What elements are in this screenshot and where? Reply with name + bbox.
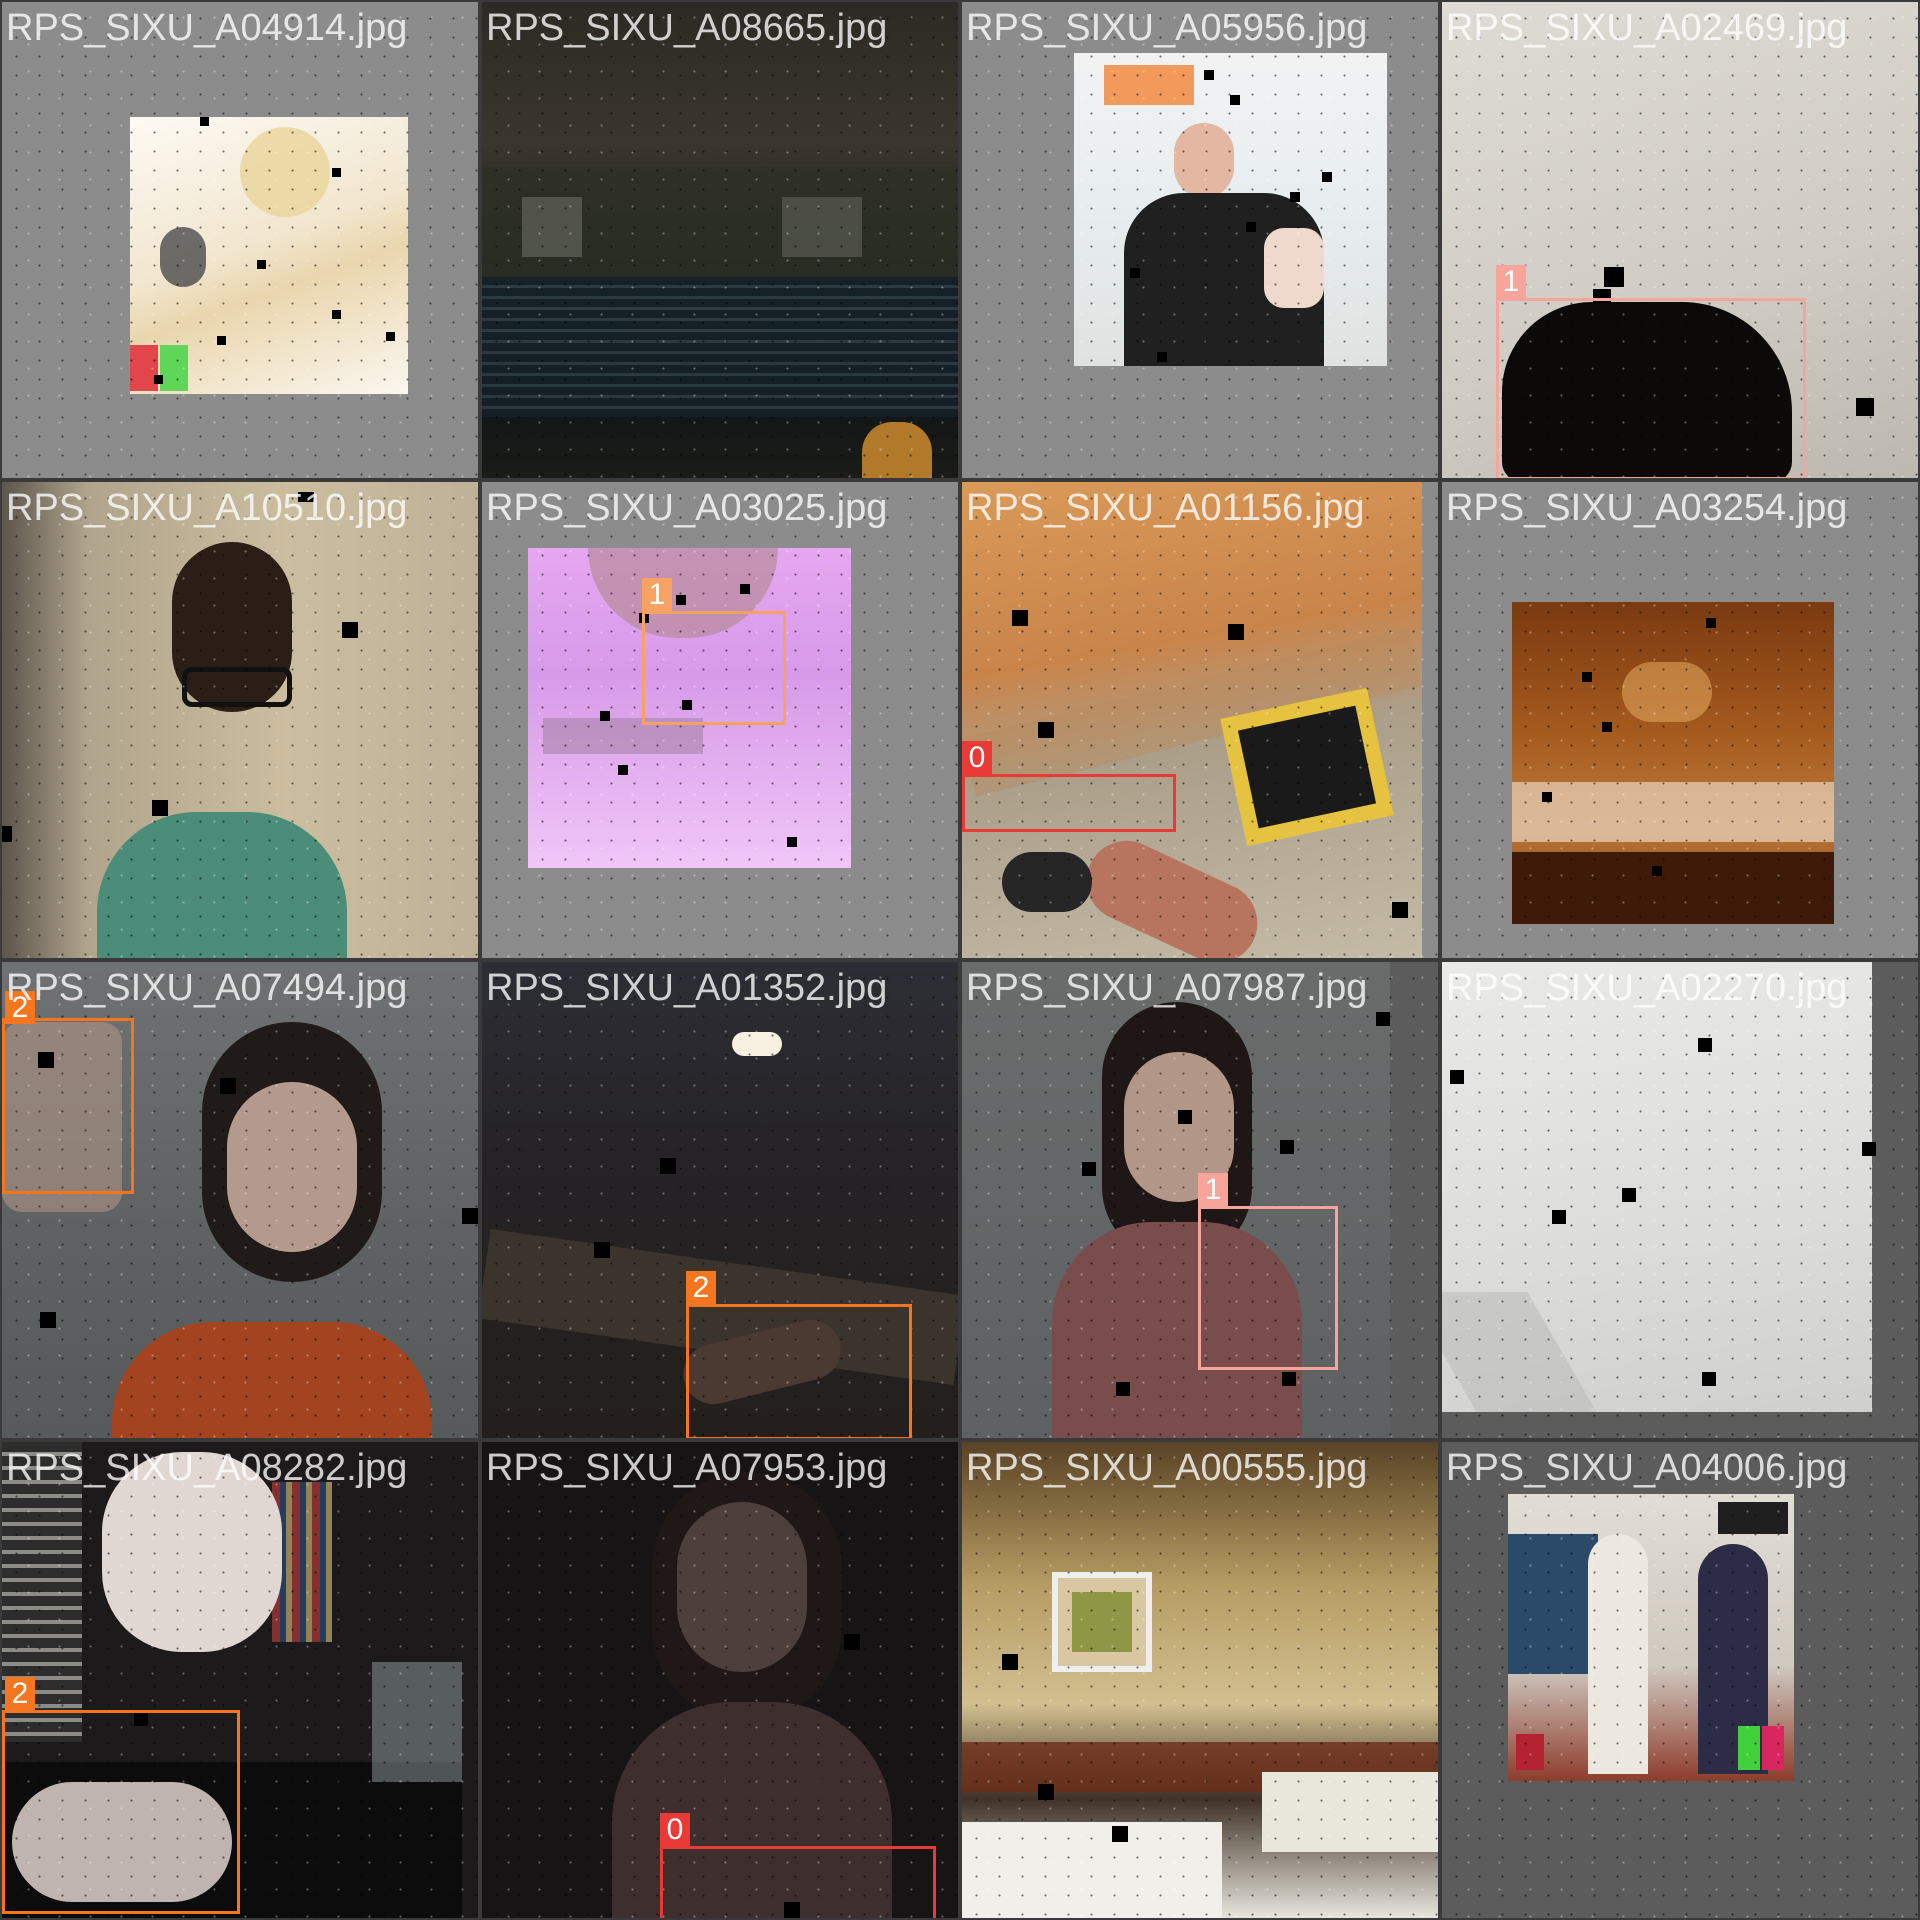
detection-label: 2 — [5, 1677, 35, 1710]
mosaic-tile[interactable]: 1 RPS_SIXU_A02469.jpg — [1440, 0, 1920, 480]
mosaic-tile[interactable]: 0 RPS_SIXU_A07953.jpg — [480, 1440, 960, 1920]
tile-filename: RPS_SIXU_A04914.jpg — [6, 7, 408, 49]
tile-filename: RPS_SIXU_A08282.jpg — [6, 1447, 408, 1489]
detection-box: 1 — [642, 578, 786, 725]
mosaic-tile[interactable]: RPS_SIXU_A04914.jpg — [0, 0, 480, 480]
detection-label: 1 — [1198, 1173, 1228, 1206]
mosaic-tile[interactable]: RPS_SIXU_A00555.jpg — [960, 1440, 1440, 1920]
tile-filename: RPS_SIXU_A03025.jpg — [486, 487, 888, 529]
tile-photo — [1512, 602, 1834, 924]
tile-filename: RPS_SIXU_A10510.jpg — [6, 487, 408, 529]
mosaic-tile[interactable]: 1 RPS_SIXU_A03025.jpg — [480, 480, 960, 960]
tile-photo — [2, 482, 478, 958]
mosaic-tile[interactable]: RPS_SIXU_A05956.jpg — [960, 0, 1440, 480]
tile-photo — [1442, 962, 1872, 1412]
tile-filename: RPS_SIXU_A08665.jpg — [486, 7, 888, 49]
tile-photo — [130, 117, 408, 394]
mosaic-tile[interactable]: RPS_SIXU_A02270.jpg — [1440, 960, 1920, 1440]
detection-box: 1 — [1496, 265, 1806, 478]
mosaic-tile[interactable]: 2 RPS_SIXU_A01352.jpg — [480, 960, 960, 1440]
tile-photo — [482, 2, 958, 478]
tile-photo — [962, 1442, 1438, 1918]
detection-label: 0 — [962, 741, 992, 774]
tile-filename: RPS_SIXU_A04006.jpg — [1446, 1447, 1848, 1489]
image-mosaic: RPS_SIXU_A04914.jpg RPS_SIXU_A08665.jpg … — [0, 0, 1920, 1920]
tile-filename: RPS_SIXU_A03254.jpg — [1446, 487, 1848, 529]
mosaic-tile[interactable]: RPS_SIXU_A04006.jpg — [1440, 1440, 1920, 1920]
mosaic-tile[interactable]: 0 RPS_SIXU_A01156.jpg — [960, 480, 1440, 960]
tile-photo — [962, 482, 1422, 958]
detection-label: 0 — [660, 1813, 690, 1846]
detection-box: 2 — [2, 991, 134, 1194]
mosaic-tile[interactable]: 2 RPS_SIXU_A08282.jpg — [0, 1440, 480, 1920]
mosaic-tile[interactable]: 1 RPS_SIXU_A07987.jpg — [960, 960, 1440, 1440]
detection-box: 2 — [2, 1677, 240, 1914]
mosaic-tile[interactable]: 2 RPS_SIXU_A07494.jpg — [0, 960, 480, 1440]
mosaic-tile[interactable]: RPS_SIXU_A03254.jpg — [1440, 480, 1920, 960]
mosaic-tile[interactable]: RPS_SIXU_A10510.jpg — [0, 480, 480, 960]
detection-label: 1 — [642, 578, 672, 611]
tile-filename: RPS_SIXU_A01352.jpg — [486, 967, 888, 1009]
mosaic-tile[interactable]: RPS_SIXU_A08665.jpg — [480, 0, 960, 480]
tile-filename: RPS_SIXU_A07987.jpg — [966, 967, 1368, 1009]
tile-filename: RPS_SIXU_A02270.jpg — [1446, 967, 1848, 1009]
tile-photo — [1508, 1494, 1794, 1781]
detection-label: 1 — [1496, 265, 1526, 298]
detection-label: 2 — [686, 1271, 716, 1304]
tile-filename: RPS_SIXU_A07494.jpg — [6, 967, 408, 1009]
detection-box: 1 — [1198, 1173, 1338, 1370]
detection-box: 0 — [962, 741, 1176, 832]
detection-box: 0 — [660, 1813, 936, 1918]
detection-box: 2 — [686, 1271, 912, 1438]
tile-filename: RPS_SIXU_A01156.jpg — [966, 487, 1365, 529]
tile-filename: RPS_SIXU_A02469.jpg — [1446, 7, 1848, 49]
tile-filename: RPS_SIXU_A05956.jpg — [966, 7, 1368, 49]
tile-filename: RPS_SIXU_A00555.jpg — [966, 1447, 1368, 1489]
tile-filename: RPS_SIXU_A07953.jpg — [486, 1447, 888, 1489]
